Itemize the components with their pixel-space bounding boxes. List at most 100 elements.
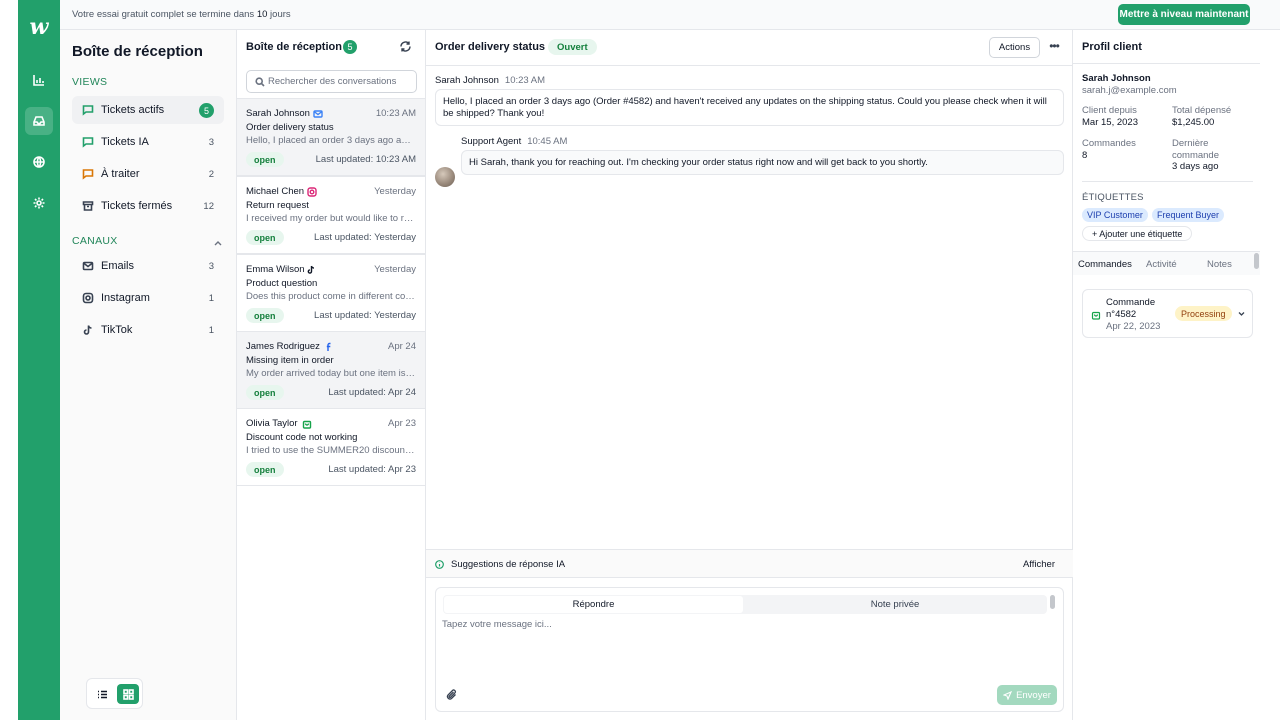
chat-icon bbox=[82, 168, 94, 180]
sidebar-item-instagram[interactable]: Instagram 1 bbox=[72, 284, 224, 312]
status-badge: open bbox=[246, 230, 284, 245]
conversation-name: James Rodriguez bbox=[246, 341, 320, 352]
orders-count-value: 8 bbox=[1082, 150, 1088, 161]
sidebar-item-count: 3 bbox=[208, 261, 214, 272]
search-input[interactable] bbox=[268, 74, 413, 89]
sidebar-item-to-process[interactable]: À traiter 2 bbox=[72, 160, 224, 188]
sidebar-item-emails[interactable]: Emails 3 bbox=[72, 252, 224, 280]
tab-orders[interactable]: Commandes bbox=[1078, 259, 1132, 270]
show-suggestions-button[interactable]: Afficher bbox=[1023, 559, 1055, 570]
rail-channels[interactable] bbox=[25, 148, 53, 176]
info-icon bbox=[435, 560, 444, 569]
conversation-search bbox=[246, 70, 417, 93]
conversation-preview: Hello, I placed an order 3 days ago and … bbox=[246, 135, 416, 146]
upgrade-button[interactable]: Mettre à niveau maintenant bbox=[1118, 4, 1250, 25]
order-status-badge: Processing bbox=[1175, 306, 1232, 321]
divider bbox=[1073, 63, 1260, 64]
status-badge: open bbox=[246, 152, 284, 167]
mail-icon bbox=[82, 260, 94, 272]
refresh-icon[interactable] bbox=[399, 40, 412, 53]
rail-analytics[interactable] bbox=[25, 66, 53, 94]
status-badge: open bbox=[246, 385, 284, 400]
ai-suggestions-bar: Suggestions de réponse IA Afficher bbox=[426, 549, 1073, 578]
app-rail: w bbox=[18, 0, 60, 720]
more-options-icon[interactable]: ••• bbox=[1047, 39, 1061, 55]
conversation-preview: I received my order but would like to re… bbox=[246, 213, 416, 224]
conversation-item[interactable]: Sarah Johnson 10:23 AM Order delivery st… bbox=[237, 98, 425, 176]
message-author: Sarah Johnson bbox=[435, 75, 499, 86]
conversation-time: Apr 24 bbox=[388, 341, 416, 352]
tab-notes[interactable]: Notes bbox=[1207, 259, 1232, 270]
last-order-label-line: Dernière bbox=[1172, 138, 1209, 149]
shop-icon bbox=[302, 418, 312, 429]
conversation-list-header: Boîte de réception 5 bbox=[237, 30, 426, 64]
list-view-button[interactable] bbox=[91, 684, 113, 704]
sidebar-item-badge: 5 bbox=[199, 103, 214, 118]
status-badge: open bbox=[246, 462, 284, 477]
mail-icon bbox=[313, 108, 323, 118]
tab-reply[interactable]: Répondre bbox=[444, 596, 743, 613]
order-date: Apr 22, 2023 bbox=[1106, 321, 1161, 332]
conversation-updated: Last updated: 10:23 AM bbox=[315, 154, 416, 165]
add-tag-button[interactable]: + Ajouter une étiquette bbox=[1082, 226, 1193, 241]
conversation-item[interactable]: Olivia Taylor Apr 23 Discount code not w… bbox=[237, 408, 425, 486]
tab-private-note[interactable]: Note privée bbox=[744, 596, 1046, 613]
conversation-item[interactable]: Emma Wilson Yesterday Product question D… bbox=[237, 254, 425, 332]
profile-tabs: Commandes Activité Notes bbox=[1073, 251, 1260, 275]
rail-settings[interactable] bbox=[25, 189, 53, 217]
app-logo[interactable]: w bbox=[18, 14, 60, 40]
paperclip-icon[interactable] bbox=[446, 689, 458, 701]
sidebar-item-ai-tickets[interactable]: Tickets IA 3 bbox=[72, 128, 224, 156]
conversation-header: Order delivery status Ouvert Actions ••• bbox=[426, 30, 1073, 66]
chevron-up-icon[interactable] bbox=[213, 238, 223, 248]
grid-view-button[interactable] bbox=[117, 684, 139, 704]
message-time: 10:45 AM bbox=[527, 136, 568, 147]
order-number: n°4582 bbox=[1106, 308, 1137, 320]
grid-icon bbox=[122, 688, 134, 700]
conversation-subject: Discount code not working bbox=[246, 432, 358, 443]
total-spent-value: $1,245.00 bbox=[1172, 117, 1215, 128]
profile-scrollbar[interactable] bbox=[1254, 253, 1259, 269]
composer-scrollbar[interactable] bbox=[1050, 595, 1055, 609]
sidebar-item-label: TikTok bbox=[101, 324, 133, 336]
sidebar-item-active-tickets[interactable]: Tickets actifs 5 bbox=[72, 96, 224, 124]
shop-icon bbox=[1091, 311, 1101, 320]
conversation-subject: Product question bbox=[246, 278, 318, 289]
sidebar-item-tiktok[interactable]: TikTok 1 bbox=[72, 316, 224, 344]
sidebar-item-count: 12 bbox=[203, 201, 214, 212]
tab-activity[interactable]: Activité bbox=[1146, 259, 1177, 270]
reply-composer: Répondre Note privée Envoyer bbox=[435, 587, 1064, 712]
chart-icon bbox=[33, 75, 44, 86]
send-button[interactable]: Envoyer bbox=[997, 685, 1057, 705]
tag-chip[interactable]: VIP Customer bbox=[1082, 208, 1148, 222]
rail-inbox[interactable] bbox=[25, 107, 53, 135]
sidebar-item-count: 1 bbox=[208, 325, 214, 336]
sidebar-item-count: 1 bbox=[208, 293, 214, 304]
conversation-name: Sarah Johnson bbox=[246, 108, 310, 119]
search-icon bbox=[255, 77, 265, 87]
conversation-count-badge: 5 bbox=[343, 40, 357, 54]
total-spent-label: Total dépensé bbox=[1172, 105, 1232, 116]
profile-title: Profil client bbox=[1082, 41, 1142, 53]
sidebar-item-closed-tickets[interactable]: Tickets fermés 12 bbox=[72, 192, 224, 220]
tiktok-icon bbox=[306, 264, 316, 274]
window-edge bbox=[1260, 30, 1280, 720]
sidebar-item-label: Tickets IA bbox=[101, 136, 149, 148]
conversation-preview: Does this product come in different colo… bbox=[246, 291, 416, 302]
conversation-panel: Order delivery status Ouvert Actions •••… bbox=[426, 30, 1073, 720]
order-card[interactable]: Commande n°4582 Apr 22, 2023 Processing bbox=[1082, 289, 1253, 338]
conversation-item[interactable]: James Rodriguez Apr 24 Missing item in o… bbox=[237, 331, 425, 409]
conversation-item[interactable]: Michael Chen Yesterday Return request I … bbox=[237, 176, 425, 254]
conversation-list-title: Boîte de réception bbox=[246, 41, 342, 53]
message-input[interactable] bbox=[442, 619, 1042, 679]
trial-prefix: Votre essai gratuit complet se termine d… bbox=[72, 9, 255, 20]
sidebar-item-label: Emails bbox=[101, 260, 135, 272]
conversation-time: Yesterday bbox=[374, 264, 416, 275]
actions-button[interactable]: Actions bbox=[989, 37, 1040, 58]
tag-chip[interactable]: Frequent Buyer bbox=[1152, 208, 1225, 222]
chevron-down-icon[interactable] bbox=[1237, 309, 1246, 318]
customer-name: Sarah Johnson bbox=[1082, 73, 1151, 84]
conversation-name: Emma Wilson bbox=[246, 264, 305, 275]
archive-icon bbox=[82, 200, 94, 212]
sidebar-item-label: Instagram bbox=[101, 292, 150, 304]
